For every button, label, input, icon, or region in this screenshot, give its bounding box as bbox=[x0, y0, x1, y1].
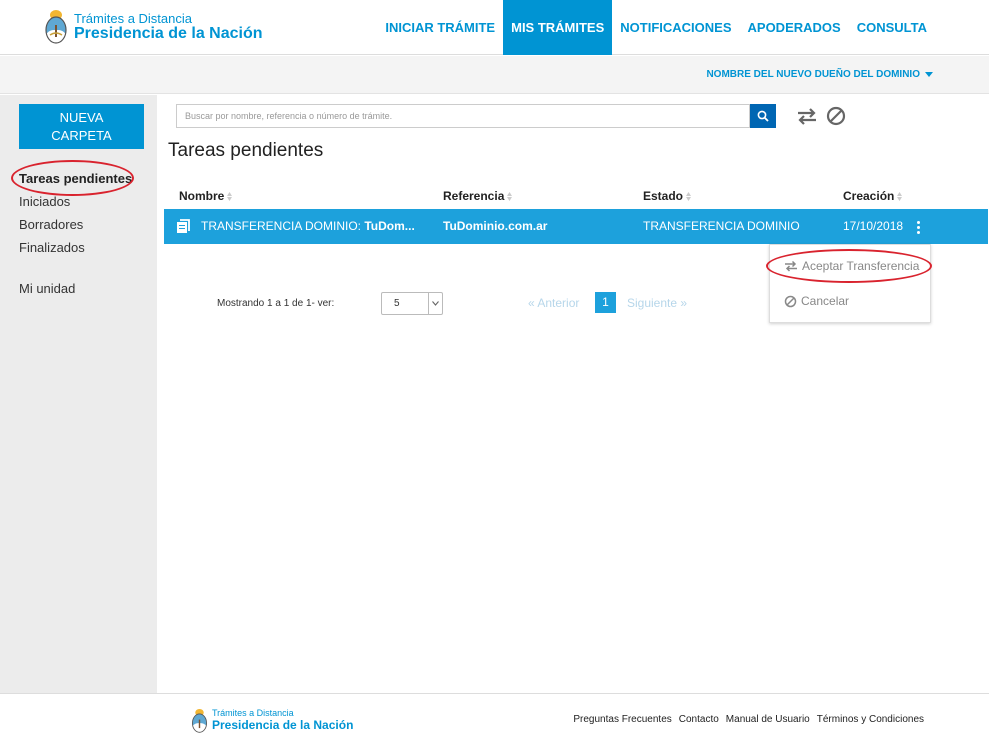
new-folder-button[interactable]: NUEVA CARPETA bbox=[19, 104, 144, 149]
coat-of-arms-icon bbox=[45, 10, 67, 44]
kebab-menu-icon[interactable] bbox=[917, 221, 921, 234]
column-header-referencia[interactable]: Referencia bbox=[443, 189, 513, 203]
nav-apoderados[interactable]: APODERADOS bbox=[740, 0, 849, 55]
sort-icon bbox=[507, 191, 513, 201]
row-actions-menu: Aceptar Transferencia Cancelar bbox=[769, 244, 931, 323]
page-title: Tareas pendientes bbox=[168, 140, 324, 161]
footer-logo[interactable]: Trámites a Distancia Presidencia de la N… bbox=[191, 708, 353, 734]
column-header-estado[interactable]: Estado bbox=[643, 189, 692, 203]
row-status: TRANSFERENCIA DOMINIO bbox=[643, 219, 800, 233]
transfer-arrows-icon bbox=[785, 260, 797, 272]
user-bar: NOMBRE DEL NUEVO DUEÑO DEL DOMINIO bbox=[0, 56, 989, 94]
footer-link-manual-de-usuario[interactable]: Manual de Usuario bbox=[726, 714, 810, 725]
footer: Trámites a Distancia Presidencia de la N… bbox=[0, 693, 989, 750]
brand-line1: Trámites a Distancia bbox=[74, 11, 192, 26]
search-icon bbox=[757, 110, 769, 122]
sidebar-item-tareas-pendientes[interactable]: Tareas pendientes bbox=[19, 171, 132, 186]
column-header-nombre[interactable]: Nombre bbox=[179, 189, 233, 203]
nav-mis-tramites[interactable]: MIS TRÁMITES bbox=[503, 0, 613, 55]
page-size-value: 5 bbox=[394, 298, 400, 309]
menu-item-label: Cancelar bbox=[801, 294, 850, 308]
search-bar bbox=[176, 104, 776, 128]
footer-link-contacto[interactable]: Contacto bbox=[679, 714, 719, 725]
sidebar: NUEVA CARPETA Tareas pendientes Iniciado… bbox=[0, 95, 157, 693]
chevron-down-icon bbox=[432, 301, 439, 306]
user-menu[interactable]: NOMBRE DEL NUEVO DUEÑO DEL DOMINIO bbox=[706, 69, 933, 80]
row-name: TRANSFERENCIA DOMINIO: TuDom... bbox=[201, 219, 415, 233]
top-header: Trámites a Distancia Presidencia de la N… bbox=[0, 0, 989, 55]
pagination-next[interactable]: Siguiente » bbox=[627, 296, 687, 310]
new-folder-label-line1: NUEVA bbox=[59, 110, 104, 125]
sidebar-item-iniciados[interactable]: Iniciados bbox=[19, 194, 70, 209]
sort-icon bbox=[686, 191, 692, 201]
table-row[interactable]: TRANSFERENCIA DOMINIO: TuDom... TuDomini… bbox=[164, 209, 988, 244]
coat-of-arms-icon bbox=[191, 708, 208, 733]
row-name-bold: TuDom... bbox=[364, 219, 415, 233]
column-label: Estado bbox=[643, 189, 684, 203]
footer-link-terminos-y-condiciones[interactable]: Términos y Condiciones bbox=[817, 714, 924, 725]
sort-icon bbox=[897, 191, 903, 201]
search-input[interactable] bbox=[176, 104, 750, 128]
row-created: 17/10/2018 bbox=[843, 219, 904, 233]
nav-iniciar-tramite[interactable]: INICIAR TRÁMITE bbox=[377, 0, 503, 55]
footer-brand-line2: Presidencia de la Nación bbox=[212, 718, 354, 733]
column-label: Creación bbox=[843, 189, 895, 203]
new-folder-label-line2: CARPETA bbox=[51, 128, 112, 143]
showing-count: Mostrando 1 a 1 de 1- ver: bbox=[217, 298, 335, 309]
pagination-page-1[interactable]: 1 bbox=[595, 292, 616, 313]
pagination-previous[interactable]: « Anterior bbox=[528, 296, 579, 310]
document-copy-icon bbox=[177, 219, 190, 233]
ban-icon[interactable] bbox=[825, 105, 847, 127]
row-name-prefix: TRANSFERENCIA DOMINIO: bbox=[201, 219, 365, 233]
sidebar-item-finalizados[interactable]: Finalizados bbox=[19, 240, 85, 255]
footer-links: Preguntas Frecuentes Contacto Manual de … bbox=[573, 714, 924, 725]
ban-icon bbox=[784, 295, 797, 307]
column-label: Nombre bbox=[179, 189, 225, 203]
menu-item-label: Aceptar Transferencia bbox=[802, 259, 920, 273]
row-reference: TuDominio.com.ar bbox=[443, 219, 548, 233]
nav-notificaciones[interactable]: NOTIFICACIONES bbox=[612, 0, 739, 55]
footer-link-preguntas-frecuentes[interactable]: Preguntas Frecuentes bbox=[573, 714, 671, 725]
brand-line2: Presidencia de la Nación bbox=[74, 25, 263, 42]
nav-consulta[interactable]: CONSULTA bbox=[849, 0, 989, 55]
sort-icon bbox=[227, 191, 233, 201]
caret-down-icon bbox=[925, 72, 933, 77]
column-label: Referencia bbox=[443, 189, 505, 203]
user-name: NOMBRE DEL NUEVO DUEÑO DEL DOMINIO bbox=[706, 69, 920, 80]
brand-logo[interactable]: Trámites a Distancia Presidencia de la N… bbox=[44, 9, 263, 45]
transfer-arrows-icon[interactable] bbox=[796, 105, 818, 127]
sidebar-item-mi-unidad[interactable]: Mi unidad bbox=[19, 281, 75, 296]
column-header-creacion[interactable]: Creación bbox=[843, 189, 903, 203]
search-button[interactable] bbox=[750, 104, 776, 128]
sidebar-item-borradores[interactable]: Borradores bbox=[19, 217, 83, 232]
page-size-select[interactable]: 5 bbox=[381, 292, 443, 315]
menu-item-aceptar-transferencia[interactable]: Aceptar Transferencia bbox=[784, 259, 919, 273]
main-nav: INICIAR TRÁMITE MIS TRÁMITES NOTIFICACIO… bbox=[377, 0, 989, 55]
menu-item-cancelar[interactable]: Cancelar bbox=[784, 294, 849, 308]
